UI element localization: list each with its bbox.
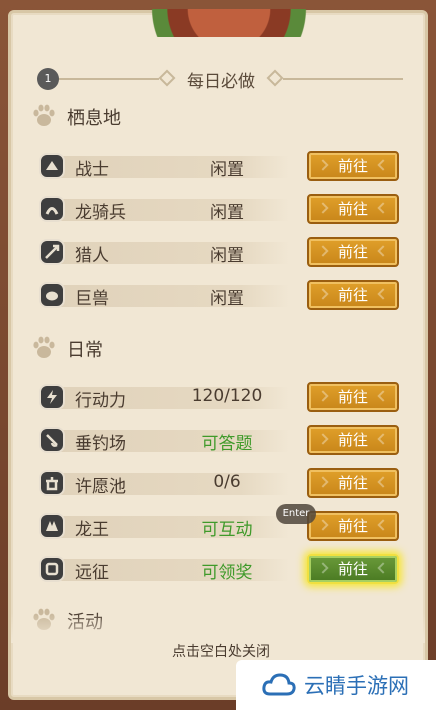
task-status: 可互动 bbox=[201, 520, 253, 540]
task-row-dragon-king: 龙王 可互动 前往 bbox=[37, 511, 399, 541]
button-label: 前往 bbox=[337, 243, 368, 261]
task-status: 可领奖 bbox=[201, 563, 253, 583]
warrior-icon bbox=[39, 153, 65, 179]
button-label: 前往 bbox=[337, 286, 368, 304]
section-label: 日常 bbox=[67, 340, 103, 361]
count-badge: 1 bbox=[37, 68, 59, 90]
task-row-stamina: 行动力 120/120 前往 bbox=[37, 382, 399, 412]
section-label: 栖息地 bbox=[67, 108, 121, 129]
enter-key-tooltip: Enter bbox=[276, 504, 316, 524]
task-name: 许愿池 bbox=[75, 477, 126, 497]
daily-tasks-panel: 每日必做 1 栖息地 战士 闲置 前往 龙骑兵 闲置 前往 猎人 闲置 前往 巨… bbox=[8, 9, 431, 700]
task-row-beast: 巨兽 闲置 前往 bbox=[37, 280, 399, 310]
go-button-dragon-king[interactable]: 前往 bbox=[307, 511, 399, 541]
go-button-beast[interactable]: 前往 bbox=[307, 280, 399, 310]
task-row-wishing-well: 许愿池 0/6 前往 bbox=[37, 468, 399, 498]
list-fade bbox=[11, 613, 425, 643]
task-name: 垂钓场 bbox=[75, 434, 126, 454]
beast-icon bbox=[39, 282, 65, 308]
task-row-fishing: 垂钓场 可答题 前往 bbox=[37, 425, 399, 455]
go-button-warrior[interactable]: 前往 bbox=[307, 151, 399, 181]
paw-icon bbox=[33, 336, 55, 358]
task-name: 战士 bbox=[75, 160, 109, 180]
task-name: 龙王 bbox=[75, 520, 109, 540]
button-label: 前往 bbox=[337, 157, 368, 175]
go-button-fishing[interactable]: 前往 bbox=[307, 425, 399, 455]
go-button-hunter[interactable]: 前往 bbox=[307, 237, 399, 267]
paw-icon bbox=[33, 104, 55, 126]
task-status: 闲置 bbox=[210, 246, 244, 266]
task-status: 120/120 bbox=[191, 386, 263, 406]
task-name: 巨兽 bbox=[75, 289, 109, 309]
cloud-logo-icon bbox=[262, 673, 296, 696]
wishing-well-icon bbox=[39, 470, 65, 496]
hunter-icon bbox=[39, 239, 65, 265]
dragon-king-icon bbox=[39, 513, 65, 539]
task-status: 闲置 bbox=[210, 160, 244, 180]
button-label: 前往 bbox=[337, 431, 368, 449]
button-label: 前往 bbox=[337, 200, 368, 218]
task-status: 闲置 bbox=[210, 289, 244, 309]
go-button-wishing-well[interactable]: 前往 bbox=[307, 468, 399, 498]
task-name: 龙骑兵 bbox=[75, 203, 126, 223]
expedition-icon bbox=[39, 556, 65, 582]
title-divider-right bbox=[283, 78, 403, 80]
button-label: 前往 bbox=[337, 560, 368, 578]
task-row-warrior: 战士 闲置 前往 bbox=[37, 151, 399, 181]
fishing-icon bbox=[39, 427, 65, 453]
close-hint[interactable]: 点击空白处关闭 bbox=[11, 641, 431, 661]
panel-title-bar: 每日必做 bbox=[11, 65, 431, 93]
task-name: 远征 bbox=[75, 563, 109, 583]
button-label: 前往 bbox=[337, 517, 368, 535]
button-label: 前往 bbox=[337, 388, 368, 406]
go-button-dragon-rider[interactable]: 前往 bbox=[307, 194, 399, 224]
game-screen[interactable]: 每日必做 1 栖息地 战士 闲置 前往 龙骑兵 闲置 前往 猎人 闲置 前往 巨… bbox=[0, 0, 436, 710]
task-status: 0/6 bbox=[213, 472, 241, 492]
stamina-icon bbox=[39, 384, 65, 410]
task-row-expedition: 远征 可领奖 前往 bbox=[37, 554, 399, 584]
dragon-rider-icon bbox=[39, 196, 65, 222]
task-status: 闲置 bbox=[210, 203, 244, 223]
task-row-dragon-rider: 龙骑兵 闲置 前往 bbox=[37, 194, 399, 224]
task-name: 猎人 bbox=[75, 246, 109, 266]
go-button-stamina[interactable]: 前往 bbox=[307, 382, 399, 412]
task-row-hunter: 猎人 闲置 前往 bbox=[37, 237, 399, 267]
task-name: 行动力 bbox=[75, 391, 126, 411]
watermark: 云睛手游网 bbox=[236, 660, 436, 710]
panel-top-ornament bbox=[131, 9, 327, 37]
button-label: 前往 bbox=[337, 474, 368, 492]
watermark-text: 云睛手游网 bbox=[304, 674, 409, 698]
go-button-expedition[interactable]: 前往 bbox=[307, 554, 399, 584]
task-status: 可答题 bbox=[201, 434, 253, 454]
